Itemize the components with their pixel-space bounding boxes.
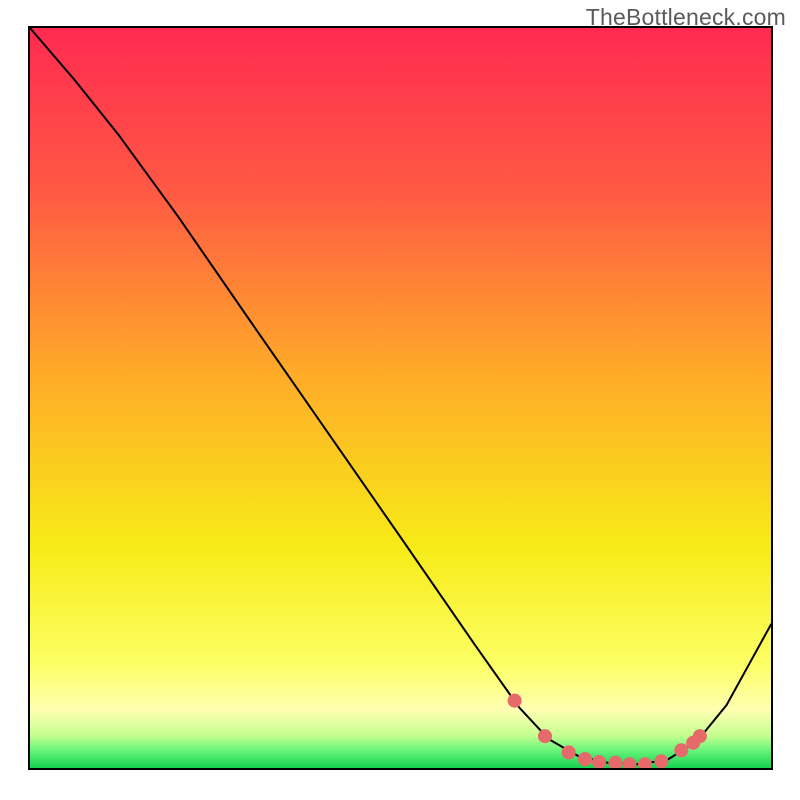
highlight-dot <box>508 694 522 708</box>
highlight-dot <box>693 729 707 743</box>
highlight-dot <box>578 752 592 766</box>
chart-container: TheBottleneck.com <box>0 0 800 800</box>
highlight-dot <box>538 729 552 743</box>
plot-area <box>28 26 773 770</box>
curve-layer <box>30 28 771 768</box>
highlight-dot <box>592 755 606 768</box>
highlight-dot <box>638 757 652 768</box>
highlight-dot <box>608 756 622 768</box>
highlight-dot <box>622 757 636 768</box>
highlight-dot <box>562 745 576 759</box>
watermark-text: TheBottleneck.com <box>586 4 786 31</box>
highlight-dots-group <box>508 694 707 768</box>
highlight-dot <box>654 754 668 768</box>
highlight-dot <box>674 743 688 757</box>
main-curve <box>30 28 771 764</box>
